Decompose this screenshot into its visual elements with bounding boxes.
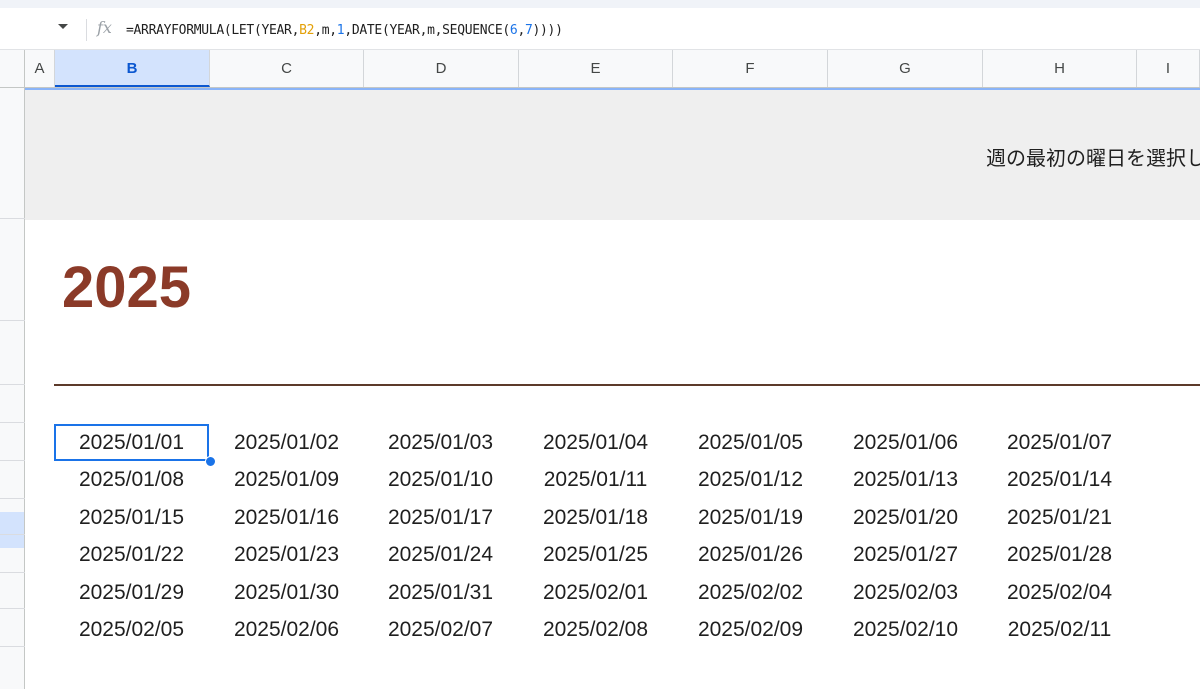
column-header-e[interactable]: E xyxy=(519,50,673,87)
date-cell[interactable]: 2025/02/06 xyxy=(209,611,364,648)
date-cell[interactable]: 2025/01/03 xyxy=(363,424,518,461)
date-cell[interactable]: 2025/01/20 xyxy=(828,499,983,536)
date-cell[interactable]: 2025/01/09 xyxy=(209,461,364,498)
formula-input[interactable]: =ARRAYFORMULA(LET(YEAR,B2,m,1,DATE(YEAR,… xyxy=(126,23,563,38)
chevron-down-icon[interactable] xyxy=(58,24,68,29)
formula-segment: =ARRAYFORMULA(LET(YEAR, xyxy=(126,23,300,38)
formula-segment: ,DATE(YEAR,m,SEQUENCE( xyxy=(344,23,510,38)
date-cell[interactable]: 2025/02/10 xyxy=(828,611,983,648)
date-cell[interactable]: 2025/02/01 xyxy=(518,574,673,611)
column-header-g[interactable]: G xyxy=(828,50,983,87)
selected-row-header[interactable] xyxy=(0,512,24,548)
date-cell[interactable]: 2025/02/11 xyxy=(982,611,1137,648)
date-cell[interactable]: 2025/02/08 xyxy=(518,611,673,648)
date-cell[interactable]: 2025/02/05 xyxy=(54,611,209,648)
date-cell[interactable]: 2025/01/21 xyxy=(982,499,1137,536)
select-all-corner[interactable] xyxy=(0,50,25,87)
date-cell[interactable]: 2025/01/18 xyxy=(518,499,673,536)
formula-bar-separator xyxy=(86,19,87,41)
divider-line xyxy=(54,384,1200,386)
date-cell[interactable]: 2025/01/25 xyxy=(518,536,673,573)
column-header-row: ABCDEFGHI xyxy=(0,50,1200,88)
row-header-divider xyxy=(0,320,25,321)
date-cell[interactable]: 2025/01/11 xyxy=(518,461,673,498)
date-cell[interactable]: 2025/01/27 xyxy=(828,536,983,573)
row-header-divider xyxy=(0,384,25,385)
date-cell[interactable]: 2025/02/03 xyxy=(828,574,983,611)
date-cell[interactable]: 2025/01/30 xyxy=(209,574,364,611)
row-header-divider xyxy=(0,218,25,219)
formula-segment: , xyxy=(517,23,525,38)
row-header-divider xyxy=(0,460,25,461)
date-cell[interactable]: 2025/01/14 xyxy=(982,461,1137,498)
row-header-divider xyxy=(0,498,25,499)
date-cell[interactable]: 2025/01/29 xyxy=(54,574,209,611)
formula-segment: 7 xyxy=(524,23,533,38)
date-cell[interactable]: 2025/01/22 xyxy=(54,536,209,573)
row-header-divider xyxy=(0,422,25,423)
column-header-a[interactable]: A xyxy=(25,50,55,87)
date-cell[interactable]: 2025/01/04 xyxy=(518,424,673,461)
fx-icon: fx xyxy=(97,18,112,37)
row-header-strip xyxy=(0,88,25,689)
date-cell[interactable]: 2025/02/07 xyxy=(363,611,518,648)
toolbar-edge xyxy=(0,0,1200,8)
column-header-i[interactable]: I xyxy=(1137,50,1200,87)
date-cell[interactable]: 2025/01/16 xyxy=(209,499,364,536)
banner-text: 週の最初の曜日を選択し xyxy=(986,146,1200,170)
date-cell[interactable]: 2025/01/13 xyxy=(828,461,983,498)
date-cell[interactable]: 2025/01/07 xyxy=(982,424,1137,461)
date-cell[interactable]: 2025/01/17 xyxy=(363,499,518,536)
date-cell[interactable]: 2025/01/02 xyxy=(209,424,364,461)
date-cell[interactable]: 2025/01/28 xyxy=(982,536,1137,573)
date-cell[interactable]: 2025/01/15 xyxy=(54,499,209,536)
date-cell[interactable]: 2025/01/26 xyxy=(673,536,828,573)
date-cell[interactable]: 2025/01/31 xyxy=(363,574,518,611)
date-cell[interactable]: 2025/01/19 xyxy=(673,499,828,536)
formula-bar: fx =ARRAYFORMULA(LET(YEAR,B2,m,1,DATE(YE… xyxy=(0,8,1200,50)
column-header-b[interactable]: B xyxy=(55,50,210,87)
formula-segment: )))) xyxy=(532,23,563,38)
formula-segment: B2 xyxy=(299,23,315,38)
date-cell[interactable]: 2025/01/10 xyxy=(363,461,518,498)
fill-handle[interactable] xyxy=(205,456,216,467)
date-cell[interactable]: 2025/02/02 xyxy=(673,574,828,611)
column-header-f[interactable]: F xyxy=(673,50,828,87)
date-cell[interactable]: 2025/01/06 xyxy=(828,424,983,461)
date-cell[interactable]: 2025/02/04 xyxy=(982,574,1137,611)
formula-segment: ,m, xyxy=(314,23,337,38)
banner-cell[interactable]: 週の最初の曜日を選択し xyxy=(25,90,1200,220)
row-header-divider xyxy=(0,572,25,573)
date-cell[interactable]: 2025/01/23 xyxy=(209,536,364,573)
date-cell[interactable]: 2025/01/24 xyxy=(363,536,518,573)
date-cell[interactable]: 2025/01/01 xyxy=(54,424,209,461)
row-header-divider xyxy=(0,534,25,535)
date-cell[interactable]: 2025/01/08 xyxy=(54,461,209,498)
row-header-divider xyxy=(0,646,25,647)
row-header-divider xyxy=(0,608,25,609)
column-header-c[interactable]: C xyxy=(210,50,364,87)
year-cell[interactable]: 2025 xyxy=(62,254,191,321)
date-cell[interactable]: 2025/02/09 xyxy=(673,611,828,648)
date-cell[interactable]: 2025/01/05 xyxy=(673,424,828,461)
column-header-d[interactable]: D xyxy=(364,50,519,87)
column-header-h[interactable]: H xyxy=(983,50,1137,87)
date-cell[interactable]: 2025/01/12 xyxy=(673,461,828,498)
